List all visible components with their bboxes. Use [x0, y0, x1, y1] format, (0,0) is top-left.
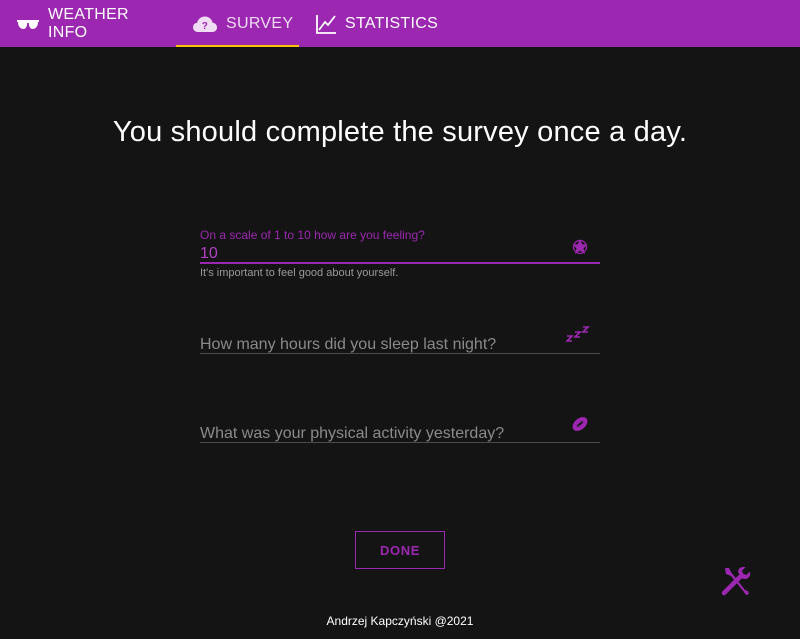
sleep-hours-field[interactable]: How many hours did you sleep last night?	[200, 322, 600, 356]
tab-survey[interactable]: ? SURVEY	[176, 0, 299, 47]
tab-statistics[interactable]: STATISTICS	[299, 0, 439, 47]
feeling-field-label: On a scale of 1 to 10 how are you feelin…	[200, 228, 425, 242]
svg-text:?: ?	[202, 21, 208, 32]
star-icon	[570, 237, 590, 262]
footer-credit: Andrzej Kapczyński @2021	[326, 614, 474, 628]
tools-icon[interactable]	[719, 564, 753, 598]
tab-survey-label: SURVEY	[226, 14, 294, 32]
top-nav-bar: WEATHER INFO ? SURVEY STATISTICS	[0, 0, 800, 47]
sunglasses-icon	[16, 17, 40, 31]
feeling-field[interactable]: On a scale of 1 to 10 how are you feelin…	[200, 228, 600, 283]
done-button[interactable]: DONE	[355, 531, 445, 569]
tab-statistics-label: STATISTICS	[345, 14, 439, 32]
tab-weather-info[interactable]: WEATHER INFO	[0, 0, 176, 47]
tab-weather-info-label: WEATHER INFO	[48, 5, 129, 41]
line-chart-icon	[315, 14, 337, 34]
cloud-question-icon: ?	[192, 15, 218, 33]
feeling-field-underline	[200, 262, 600, 264]
physical-activity-placeholder[interactable]: What was your physical activity yesterda…	[200, 425, 504, 443]
sleep-hours-placeholder[interactable]: How many hours did you sleep last night?	[200, 336, 496, 354]
feeling-field-value[interactable]: 10	[200, 245, 218, 263]
physical-activity-field[interactable]: What was your physical activity yesterda…	[200, 412, 600, 446]
physical-activity-underline	[200, 442, 600, 443]
page-title: You should complete the survey once a da…	[112, 116, 688, 148]
sleep-hours-underline	[200, 353, 600, 354]
sleep-zzz-icon	[565, 325, 590, 348]
feeling-field-hint: It's important to feel good about yourse…	[200, 267, 399, 279]
football-icon	[570, 414, 590, 439]
